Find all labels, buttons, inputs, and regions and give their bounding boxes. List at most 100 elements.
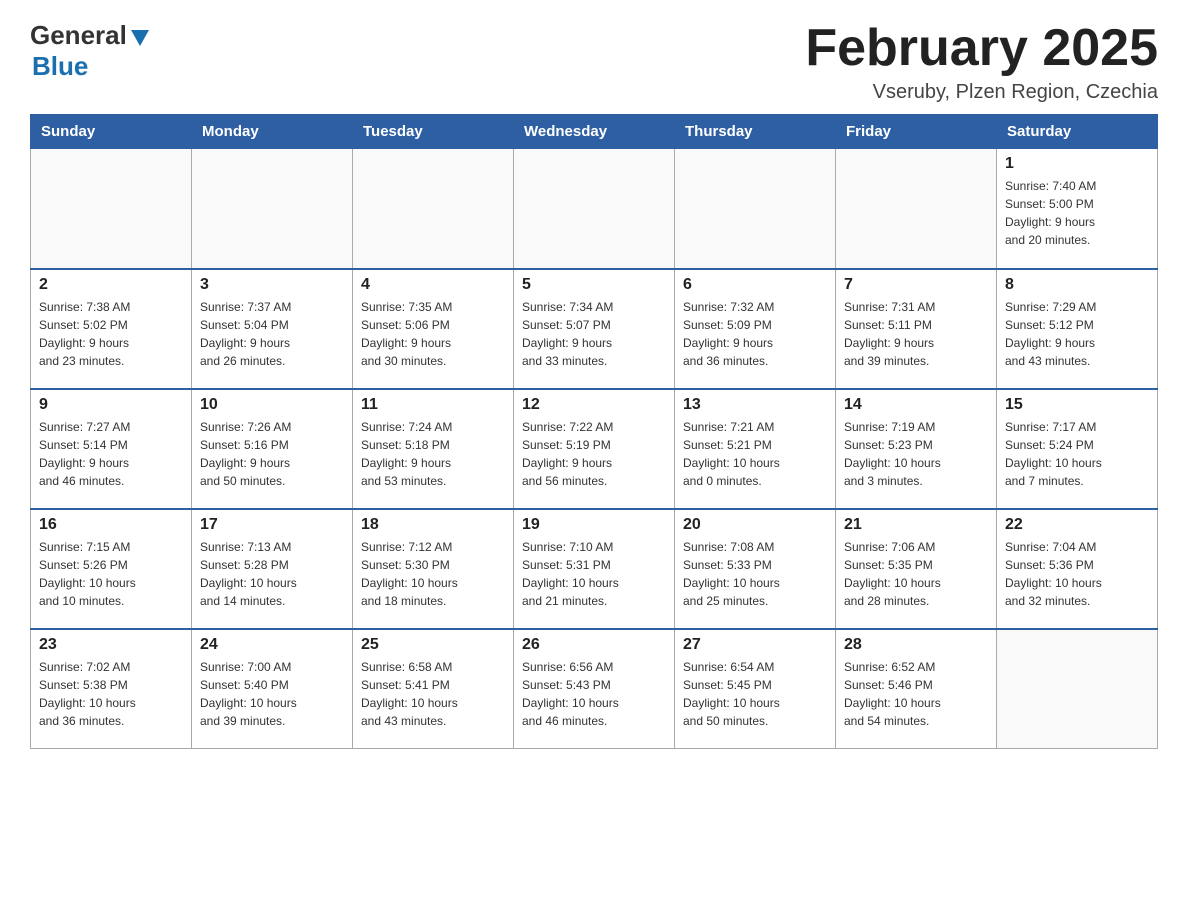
weekday-header-sunday: Sunday [31, 115, 192, 149]
calendar-cell [192, 149, 353, 269]
calendar-cell: 21 Sunrise: 7:06 AM Sunset: 5:35 PM Dayli… [836, 509, 997, 629]
day-info: Sunrise: 7:32 AM Sunset: 5:09 PM Dayligh… [683, 298, 827, 370]
day-number: 17 [200, 516, 344, 534]
logo-blue-text: Blue [30, 51, 88, 81]
day-info: Sunrise: 6:58 AM Sunset: 5:41 PM Dayligh… [361, 658, 505, 730]
day-number: 14 [844, 396, 988, 414]
weekday-header-friday: Friday [836, 115, 997, 149]
day-number: 5 [522, 276, 666, 294]
day-info: Sunrise: 7:15 AM Sunset: 5:26 PM Dayligh… [39, 538, 183, 610]
day-number: 20 [683, 516, 827, 534]
calendar-cell: 2Sunrise: 7:38 AM Sunset: 5:02 PM Daylig… [31, 269, 192, 389]
day-info: Sunrise: 7:10 AM Sunset: 5:31 PM Dayligh… [522, 538, 666, 610]
calendar-cell [31, 149, 192, 269]
calendar-cell: 25 Sunrise: 6:58 AM Sunset: 5:41 PM Dayli… [353, 629, 514, 749]
day-number: 15 [1005, 396, 1149, 414]
day-number: 19 [522, 516, 666, 534]
day-number: 7 [844, 276, 988, 294]
day-info: Sunrise: 7:21 AM Sunset: 5:21 PM Dayligh… [683, 418, 827, 490]
day-number: 18 [361, 516, 505, 534]
calendar-cell: 18 Sunrise: 7:12 AM Sunset: 5:30 PM Dayli… [353, 509, 514, 629]
day-number: 24 [200, 636, 344, 654]
calendar-cell: 16 Sunrise: 7:15 AM Sunset: 5:26 PM Dayli… [31, 509, 192, 629]
day-number: 3 [200, 276, 344, 294]
page-header: General Blue February 2025 Vseruby, Plze… [30, 20, 1158, 104]
day-info: Sunrise: 7:08 AM Sunset: 5:33 PM Dayligh… [683, 538, 827, 610]
title-block: February 2025 Vseruby, Plzen Region, Cze… [805, 20, 1158, 104]
day-info: Sunrise: 7:04 AM Sunset: 5:36 PM Dayligh… [1005, 538, 1149, 610]
calendar-cell: 15 Sunrise: 7:17 AM Sunset: 5:24 PM Dayli… [997, 389, 1158, 509]
calendar-cell: 27 Sunrise: 6:54 AM Sunset: 5:45 PM Dayli… [675, 629, 836, 749]
calendar-cell: 7 Sunrise: 7:31 AM Sunset: 5:11 PM Daylig… [836, 269, 997, 389]
day-info: Sunrise: 6:52 AM Sunset: 5:46 PM Dayligh… [844, 658, 988, 730]
calendar-cell [353, 149, 514, 269]
weekday-header-thursday: Thursday [675, 115, 836, 149]
day-number: 10 [200, 396, 344, 414]
day-info: Sunrise: 7:06 AM Sunset: 5:35 PM Dayligh… [844, 538, 988, 610]
calendar-cell: 14Sunrise: 7:19 AM Sunset: 5:23 PM Dayli… [836, 389, 997, 509]
day-number: 23 [39, 636, 183, 654]
day-number: 26 [522, 636, 666, 654]
calendar-cell [836, 149, 997, 269]
calendar-week-row: 16 Sunrise: 7:15 AM Sunset: 5:26 PM Dayli… [31, 509, 1158, 629]
logo-general-text: General [30, 20, 127, 51]
day-info: Sunrise: 7:34 AM Sunset: 5:07 PM Dayligh… [522, 298, 666, 370]
day-info: Sunrise: 7:29 AM Sunset: 5:12 PM Dayligh… [1005, 298, 1149, 370]
day-info: Sunrise: 7:24 AM Sunset: 5:18 PM Dayligh… [361, 418, 505, 490]
logo-triangle-icon [129, 26, 151, 48]
calendar-cell: 19 Sunrise: 7:10 AM Sunset: 5:31 PM Dayli… [514, 509, 675, 629]
day-info: Sunrise: 7:31 AM Sunset: 5:11 PM Dayligh… [844, 298, 988, 370]
calendar-cell: 8 Sunrise: 7:29 AM Sunset: 5:12 PM Daylig… [997, 269, 1158, 389]
calendar-cell: 23 Sunrise: 7:02 AM Sunset: 5:38 PM Dayli… [31, 629, 192, 749]
calendar-cell: 12Sunrise: 7:22 AM Sunset: 5:19 PM Dayli… [514, 389, 675, 509]
calendar-cell: 26 Sunrise: 6:56 AM Sunset: 5:43 PM Dayli… [514, 629, 675, 749]
day-info: Sunrise: 6:56 AM Sunset: 5:43 PM Dayligh… [522, 658, 666, 730]
calendar-cell: 28 Sunrise: 6:52 AM Sunset: 5:46 PM Dayli… [836, 629, 997, 749]
calendar-cell: 4 Sunrise: 7:35 AM Sunset: 5:06 PM Daylig… [353, 269, 514, 389]
calendar-cell [675, 149, 836, 269]
day-info: Sunrise: 7:13 AM Sunset: 5:28 PM Dayligh… [200, 538, 344, 610]
calendar-header-row: SundayMondayTuesdayWednesdayThursdayFrid… [31, 115, 1158, 149]
day-info: Sunrise: 7:12 AM Sunset: 5:30 PM Dayligh… [361, 538, 505, 610]
calendar-week-row: 9Sunrise: 7:27 AM Sunset: 5:14 PM Daylig… [31, 389, 1158, 509]
day-number: 2 [39, 276, 183, 294]
day-number: 11 [361, 396, 505, 414]
calendar-cell: 10Sunrise: 7:26 AM Sunset: 5:16 PM Dayli… [192, 389, 353, 509]
day-info: Sunrise: 7:17 AM Sunset: 5:24 PM Dayligh… [1005, 418, 1149, 490]
day-number: 12 [522, 396, 666, 414]
day-info: Sunrise: 7:40 AM Sunset: 5:00 PM Dayligh… [1005, 177, 1149, 249]
day-number: 1 [1005, 155, 1149, 173]
day-number: 28 [844, 636, 988, 654]
logo: General Blue [30, 20, 151, 82]
day-number: 4 [361, 276, 505, 294]
day-info: Sunrise: 7:37 AM Sunset: 5:04 PM Dayligh… [200, 298, 344, 370]
month-title: February 2025 [805, 20, 1158, 77]
calendar-week-row: 1 Sunrise: 7:40 AM Sunset: 5:00 PM Daylig… [31, 149, 1158, 269]
day-number: 25 [361, 636, 505, 654]
calendar-cell: 5 Sunrise: 7:34 AM Sunset: 5:07 PM Daylig… [514, 269, 675, 389]
day-number: 6 [683, 276, 827, 294]
calendar-cell: 6 Sunrise: 7:32 AM Sunset: 5:09 PM Daylig… [675, 269, 836, 389]
day-number: 21 [844, 516, 988, 534]
weekday-header-tuesday: Tuesday [353, 115, 514, 149]
calendar-cell: 20 Sunrise: 7:08 AM Sunset: 5:33 PM Dayli… [675, 509, 836, 629]
calendar-cell: 17 Sunrise: 7:13 AM Sunset: 5:28 PM Dayli… [192, 509, 353, 629]
day-number: 16 [39, 516, 183, 534]
calendar-cell: 13 Sunrise: 7:21 AM Sunset: 5:21 PM Dayli… [675, 389, 836, 509]
weekday-header-wednesday: Wednesday [514, 115, 675, 149]
calendar-cell: 1 Sunrise: 7:40 AM Sunset: 5:00 PM Daylig… [997, 149, 1158, 269]
calendar-cell: 11 Sunrise: 7:24 AM Sunset: 5:18 PM Dayli… [353, 389, 514, 509]
day-number: 13 [683, 396, 827, 414]
day-number: 8 [1005, 276, 1149, 294]
day-info: Sunrise: 7:00 AM Sunset: 5:40 PM Dayligh… [200, 658, 344, 730]
calendar-table: SundayMondayTuesdayWednesdayThursdayFrid… [30, 114, 1158, 749]
calendar-cell: 3 Sunrise: 7:37 AM Sunset: 5:04 PM Daylig… [192, 269, 353, 389]
day-number: 27 [683, 636, 827, 654]
weekday-header-saturday: Saturday [997, 115, 1158, 149]
calendar-cell [514, 149, 675, 269]
day-info: Sunrise: 7:02 AM Sunset: 5:38 PM Dayligh… [39, 658, 183, 730]
day-info: Sunrise: 7:35 AM Sunset: 5:06 PM Dayligh… [361, 298, 505, 370]
calendar-cell: 9Sunrise: 7:27 AM Sunset: 5:14 PM Daylig… [31, 389, 192, 509]
day-info: Sunrise: 6:54 AM Sunset: 5:45 PM Dayligh… [683, 658, 827, 730]
calendar-cell [997, 629, 1158, 749]
